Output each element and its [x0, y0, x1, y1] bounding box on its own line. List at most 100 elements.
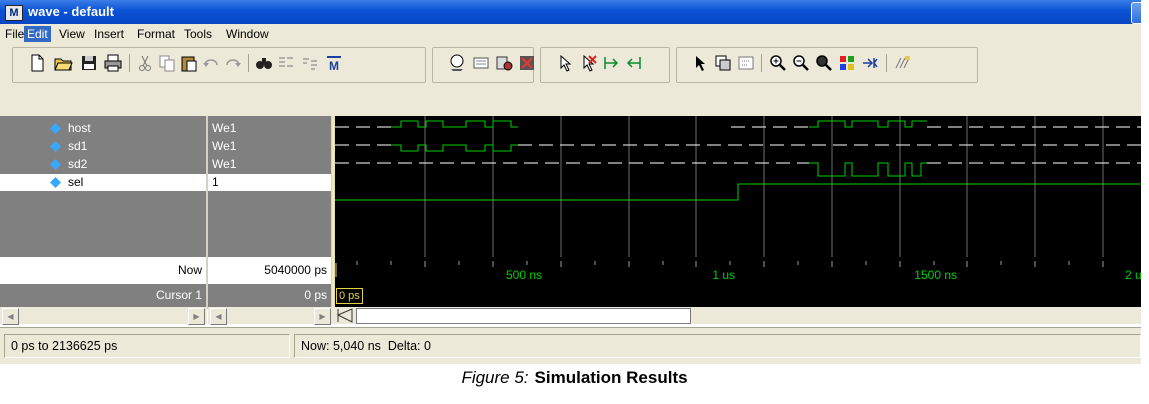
wave-scroll-thumb[interactable] [356, 308, 691, 324]
scroll-left-arrow-icon[interactable]: ◀ [2, 308, 19, 325]
select-pointer-icon[interactable] [555, 53, 575, 73]
signal-row-sd1[interactable]: sd1 [0, 138, 207, 155]
copy-icon[interactable] [157, 53, 177, 73]
value-row[interactable]: We1 [208, 156, 331, 173]
values-hscrollbar[interactable]: ◀ ▶ [208, 307, 335, 325]
waveform-pane[interactable] [335, 116, 1141, 257]
toolbar-separator [129, 54, 130, 72]
zoom-in-icon[interactable] [768, 53, 788, 73]
cursor-chip[interactable]: 0 ps [336, 288, 363, 304]
delete-cursor-icon[interactable] [578, 53, 598, 73]
status-now-delta: Now: 5,040 ns Delta: 0 [301, 339, 431, 353]
signal-diamond-icon [50, 159, 61, 170]
signal-value: We1 [212, 121, 237, 135]
signal-diamond-icon [50, 177, 61, 188]
scroll-right-arrow-icon[interactable]: ▶ [188, 308, 205, 325]
run-all-icon[interactable] [494, 53, 514, 73]
signal-value: 1 [212, 175, 219, 189]
ruler-label-1us: 1 us [712, 268, 735, 282]
select-mode-icon[interactable] [690, 53, 710, 73]
zoom-mode-icon[interactable] [713, 53, 733, 73]
wave-sd2[interactable] [335, 162, 1141, 177]
waveform-canvas[interactable] [335, 116, 1141, 257]
save-icon[interactable] [79, 53, 99, 73]
value-row[interactable]: We1 [208, 138, 331, 155]
ruler-label-1500ns: 1500 ns [914, 268, 957, 282]
menu-view[interactable]: View [56, 26, 88, 42]
undo-icon[interactable] [201, 53, 221, 73]
menu-tools[interactable]: Tools [181, 26, 215, 42]
wave-host[interactable] [335, 120, 1141, 128]
open-folder-icon[interactable] [53, 53, 73, 73]
ruler-label-500ns: 500 ns [506, 268, 542, 282]
grid-lines [424, 116, 1104, 257]
signal-row-host[interactable]: host [0, 120, 207, 137]
expand-icon[interactable] [860, 53, 880, 73]
find-icon[interactable] [254, 53, 274, 73]
copy-signal-icon[interactable] [300, 53, 320, 73]
run-icon[interactable] [447, 53, 467, 73]
wave-hscrollbar[interactable] [335, 307, 1141, 324]
now-label-cell: Now [0, 257, 206, 284]
zoom-area-icon[interactable] [736, 53, 756, 73]
signal-value: We1 [212, 157, 237, 171]
wave-sel[interactable] [335, 183, 1141, 201]
signal-name: sd1 [68, 139, 88, 153]
previous-transition-icon[interactable] [624, 53, 644, 73]
modelsim-icon[interactable]: M [324, 53, 344, 73]
cursor-lane[interactable]: 0 ps [335, 284, 1141, 307]
cursor-value-cell[interactable]: 0 ps [208, 284, 331, 307]
window-title: wave - default [28, 4, 114, 19]
insert-divider-icon[interactable] [276, 53, 296, 73]
wave-compare-icon[interactable] [893, 53, 913, 73]
status-bar: 0 ps to 2136625 ps Now: 5,040 ns Delta: … [0, 327, 1141, 364]
continue-run-icon[interactable] [471, 53, 491, 73]
signal-values-pane[interactable]: We1 We1 We1 1 [208, 116, 331, 257]
menu-format[interactable]: Format [134, 26, 178, 42]
now-value-cell: 5040000 ps [208, 257, 331, 284]
scroll-left-arrow-icon[interactable] [336, 308, 354, 323]
value-row[interactable]: We1 [208, 120, 331, 137]
signal-name: sel [68, 175, 84, 189]
time-ruler[interactable]: 500 ns 1 us 1500 ns 2 us [335, 257, 1141, 284]
cursor-label: Cursor 1 [155, 288, 202, 302]
signal-row-sd2[interactable]: sd2 [0, 156, 207, 173]
minimize-button[interactable] [1131, 2, 1141, 24]
time-ruler-canvas: 500 ns 1 us 1500 ns 2 us [335, 261, 1141, 282]
signal-names-pane[interactable]: host sd1 sd2 sel [0, 116, 207, 257]
ruler-ticks [356, 261, 1104, 267]
toolbar-separator [248, 54, 249, 72]
scroll-right-arrow-icon[interactable]: ▶ [314, 308, 331, 325]
zoom-out-icon[interactable] [791, 53, 811, 73]
signal-name: sd2 [68, 157, 88, 171]
menu-bar: File Edit View Insert Format Tools Windo… [0, 24, 1141, 44]
toolbar-separator [761, 54, 762, 72]
value-row[interactable]: 1 [208, 174, 331, 191]
print-icon[interactable] [103, 53, 123, 73]
wave-sd1[interactable] [335, 144, 1141, 152]
redo-icon[interactable] [223, 53, 243, 73]
figure-caption: Figure 5: Simulation Results [0, 368, 1149, 388]
figure-number: Figure 5: [461, 368, 529, 387]
paste-icon[interactable] [179, 53, 199, 73]
scroll-left-arrow-icon[interactable]: ◀ [210, 308, 227, 325]
next-transition-icon[interactable] [601, 53, 621, 73]
signal-value: We1 [212, 139, 237, 153]
menu-edit[interactable]: Edit [24, 26, 51, 42]
modelsim-app-icon[interactable]: M [5, 5, 23, 21]
names-hscrollbar[interactable]: ◀ ▶ [0, 307, 207, 325]
svg-text:M: M [329, 59, 339, 73]
title-bar: M wave - default [0, 0, 1141, 24]
dataflow-icon[interactable] [837, 53, 857, 73]
toolbar: M [0, 44, 1141, 116]
cut-icon[interactable] [135, 53, 155, 73]
new-file-icon[interactable] [27, 53, 47, 73]
menu-window[interactable]: Window [223, 26, 272, 42]
cursor-label-cell[interactable]: Cursor 1 [0, 284, 206, 307]
signal-diamond-icon [50, 141, 61, 152]
menu-insert[interactable]: Insert [91, 26, 127, 42]
signal-row-sel[interactable]: sel [0, 174, 207, 191]
status-now-cell: Now: 5,040 ns Delta: 0 [294, 334, 1141, 358]
zoom-full-icon[interactable] [814, 53, 834, 73]
break-icon[interactable] [517, 53, 537, 73]
